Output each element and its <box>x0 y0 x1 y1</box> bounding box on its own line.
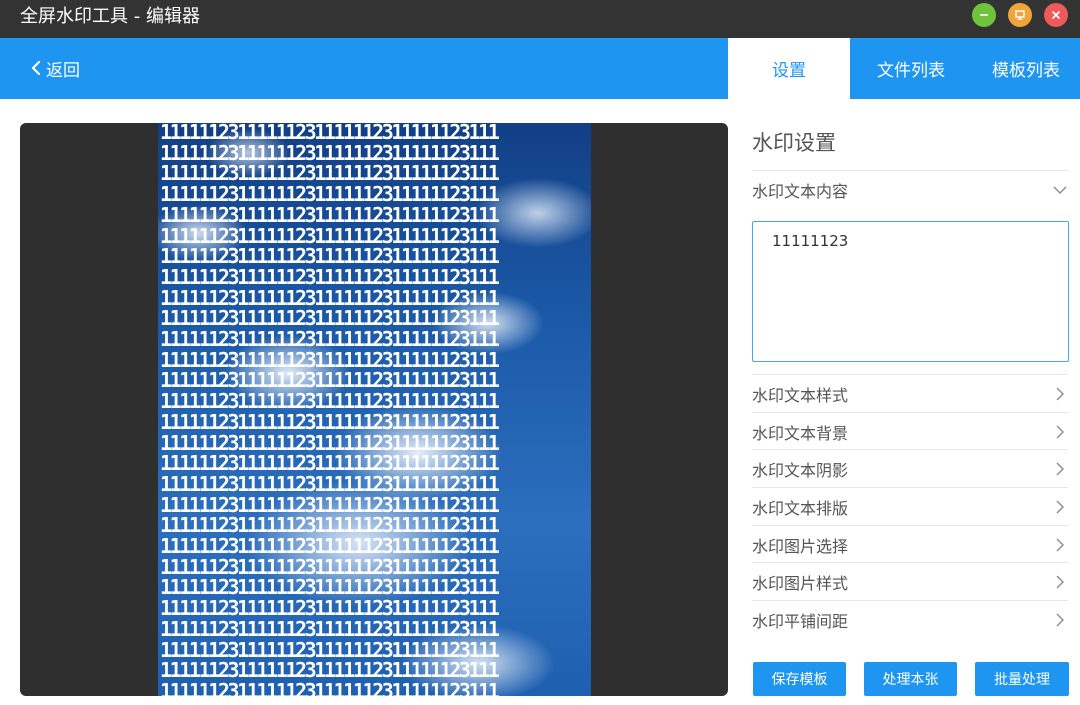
settings-section-item[interactable]: 水印平铺间距 <box>752 600 1068 638</box>
section-label: 水印图片选择 <box>752 536 849 556</box>
watermark-text-input[interactable] <box>752 221 1069 362</box>
watermark-text-row: 11111123111111231111112311111123111 <box>160 409 500 434</box>
settings-panel: 水印设置 水印文本内容 水印文本样式水印文本背景水印文本阴影水印文本排版水印图片… <box>752 99 1070 705</box>
chevron-right-icon <box>1056 500 1064 513</box>
chevron-right-icon <box>1056 575 1064 588</box>
watermark-text-row: 11111123111111231111112311111123111 <box>160 534 500 559</box>
panel-title: 水印设置 <box>752 131 836 155</box>
section-label: 水印图片样式 <box>752 573 849 593</box>
watermark-text-row: 11111123111111231111112311111123111 <box>160 285 500 310</box>
chevron-down-icon <box>1053 186 1067 194</box>
settings-section-item[interactable]: 水印文本阴影 <box>752 449 1068 487</box>
tab-settings[interactable]: 设置 <box>728 38 850 99</box>
watermark-text-row: 11111123111111231111112311111123111 <box>160 223 500 248</box>
watermark-text-row: 11111123111111231111112311111123111 <box>160 306 500 331</box>
save-template-button[interactable]: 保存模板 <box>753 662 846 696</box>
watermark-text-row: 11111123111111231111112311111123111 <box>160 513 500 538</box>
watermark-text-row: 11111123111111231111112311111123111 <box>160 368 500 393</box>
tab-template-list[interactable]: 模板列表 <box>972 38 1080 99</box>
section-label: 水印文本阴影 <box>752 460 849 480</box>
watermark-text-row: 11111123111111231111112311111123111 <box>160 182 500 207</box>
back-label: 返回 <box>46 60 80 81</box>
watermark-text-row: 11111123111111231111112311111123111 <box>160 678 500 696</box>
back-button[interactable]: 返回 <box>30 56 80 81</box>
watermark-text-row: 11111123111111231111112311111123111 <box>160 451 500 476</box>
watermark-overlay: 11111123111111231111112311111123111 11111… <box>160 123 591 696</box>
preview-image: 11111123111111231111112311111123111 11111… <box>158 123 591 696</box>
watermark-text-row: 11111123111111231111112311111123111 <box>160 140 500 165</box>
section-text-content[interactable]: 水印文本内容 <box>752 170 1068 208</box>
watermark-text-row: 11111123111111231111112311111123111 <box>160 430 500 455</box>
watermark-text-row: 11111123111111231111112311111123111 <box>160 554 500 579</box>
process-this-button[interactable]: 处理本张 <box>864 662 957 696</box>
watermark-text-row: 11111123111111231111112311111123111 <box>160 244 500 269</box>
nav-bar: 返回 设置 文件列表 模板列表 <box>0 38 1080 99</box>
chevron-right-icon <box>1056 387 1064 400</box>
chevron-right-icon <box>1056 462 1064 475</box>
title-bar: 全屏水印工具 - 编辑器 <box>0 0 1080 38</box>
section-label: 水印文本样式 <box>752 385 849 405</box>
watermark-text-row: 11111123111111231111112311111123111 <box>160 575 500 600</box>
settings-section-item[interactable]: 水印图片样式 <box>752 562 1068 600</box>
tab-file-list[interactable]: 文件列表 <box>850 38 972 99</box>
watermark-text-row: 11111123111111231111112311111123111 <box>160 658 500 683</box>
watermark-text-row: 11111123111111231111112311111123111 <box>160 637 500 662</box>
minus-icon <box>980 14 988 16</box>
batch-process-button[interactable]: 批量处理 <box>975 662 1069 696</box>
watermark-text-row: 11111123111111231111112311111123111 <box>160 161 500 186</box>
settings-section-item[interactable]: 水印文本排版 <box>752 487 1068 525</box>
minimize-button[interactable] <box>972 3 996 27</box>
chevron-left-icon <box>31 60 41 76</box>
app-title: 全屏水印工具 - 编辑器 <box>20 6 200 27</box>
watermark-text-row: 11111123111111231111112311111123111 <box>160 264 500 289</box>
settings-section-item[interactable]: 水印文本背景 <box>752 412 1068 450</box>
chevron-right-icon <box>1056 425 1064 438</box>
watermark-text-row: 11111123111111231111112311111123111 <box>160 202 500 227</box>
settings-section-item[interactable]: 水印图片选择 <box>752 525 1068 563</box>
watermark-text-row: 11111123111111231111112311111123111 <box>160 327 500 352</box>
chevron-right-icon <box>1056 538 1064 551</box>
watermark-text-row: 11111123111111231111112311111123111 <box>160 389 500 414</box>
watermark-text-row: 11111123111111231111112311111123111 <box>160 347 500 372</box>
maximize-button[interactable] <box>1008 3 1032 27</box>
preview-canvas: 11111123111111231111112311111123111 11111… <box>20 123 728 696</box>
watermark-text-row: 11111123111111231111112311111123111 <box>160 492 500 517</box>
section-label: 水印文本内容 <box>752 181 849 201</box>
watermark-text-row: 11111123111111231111112311111123111 <box>160 123 500 144</box>
watermark-text-row: 11111123111111231111112311111123111 <box>160 471 500 496</box>
chevron-right-icon <box>1056 613 1064 626</box>
close-icon <box>1052 11 1060 19</box>
settings-section-item[interactable]: 水印文本样式 <box>752 374 1068 412</box>
monitor-icon <box>1015 10 1025 20</box>
section-label: 水印文本排版 <box>752 498 849 518</box>
watermark-text-row: 11111123111111231111112311111123111 <box>160 596 500 621</box>
close-button[interactable] <box>1044 3 1068 27</box>
watermark-text-row: 11111123111111231111112311111123111 <box>160 616 500 641</box>
section-label: 水印文本背景 <box>752 423 849 443</box>
section-label: 水印平铺间距 <box>752 611 849 631</box>
